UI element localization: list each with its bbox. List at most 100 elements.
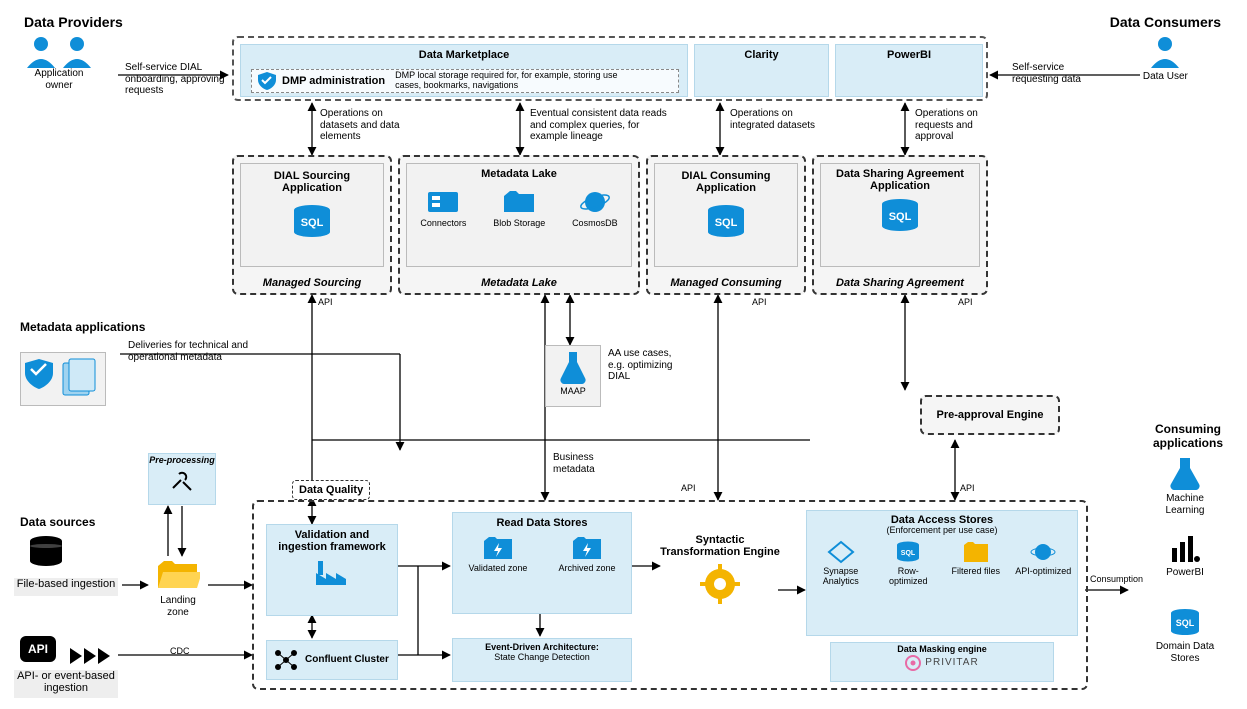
ops-datasets-label: Operations on datasets and data elements — [320, 108, 415, 143]
data-providers-section: Data Providers Application owner — [24, 14, 123, 91]
self-service-req-label: Self-service requesting data — [1012, 62, 1112, 85]
syntactic-box: Syntactic Transformation Engine — [660, 534, 780, 607]
powerbi-title: PowerBI — [836, 45, 982, 61]
sql-icon: SQL — [290, 204, 334, 240]
eda-box: Event-Driven Architecture: State Change … — [452, 638, 632, 682]
tools-icon — [169, 466, 195, 492]
ops-integrated-label: Operations on integrated datasets — [730, 108, 825, 131]
svg-text:SQL: SQL — [1176, 618, 1195, 628]
consuming-apps-title: Consuming applications — [1138, 422, 1238, 450]
data-sharing-sub: Data Sharing Agreement — [814, 277, 986, 289]
dds-item: SQL Domain Data Stores — [1150, 608, 1220, 664]
aa-use-label: AA use cases, e.g. optimizing DIAL — [608, 348, 678, 383]
dial-consuming-box: DIAL Consuming Application SQL Managed C… — [646, 155, 806, 295]
metadata-apps-title: Metadata applications — [20, 320, 145, 334]
file-based-label: File-based ingestion — [14, 578, 118, 596]
archived-zone: Archived zone — [558, 535, 615, 574]
connectors-item: Connectors — [420, 188, 466, 229]
cosmos-mini-icon — [1029, 540, 1057, 564]
cdc-label: CDC — [170, 647, 190, 657]
metadata-lake-box: Metadata Lake Connectors Blob Storage Co… — [398, 155, 640, 295]
powerbi-item: PowerBI — [1150, 534, 1220, 579]
self-service-dial-label: Self-service DIAL onboarding, approving … — [125, 62, 225, 97]
person-icon — [24, 34, 58, 68]
data-sharing-title: Data Sharing Agreement Application — [821, 164, 979, 192]
svg-text:SQL: SQL — [301, 217, 324, 229]
svg-text:SQL: SQL — [901, 550, 916, 557]
dmp-desc-label: DMP local storage required for, for exam… — [395, 71, 620, 91]
eventual-reads-label: Eventual consistent data reads and compl… — [530, 108, 670, 143]
flask-icon — [1168, 456, 1202, 490]
metadata-apps-box — [20, 352, 106, 406]
connectors-icon — [426, 188, 460, 216]
svg-text:SQL: SQL — [889, 211, 912, 223]
cluster-icon — [273, 647, 299, 673]
shield-check-icon — [256, 71, 278, 91]
clarity-title: Clarity — [695, 45, 828, 61]
folder-icon — [502, 188, 536, 216]
cosmosdb-item: CosmosDB — [572, 188, 618, 229]
api-opt-item: API-optimized — [1014, 540, 1072, 587]
gear-icon — [700, 564, 740, 604]
dial-sourcing-sub: Managed Sourcing — [234, 277, 390, 289]
dmp-admin-box: DMP administration DMP local storage req… — [251, 69, 679, 93]
factory-icon — [314, 557, 350, 587]
dial-consuming-sub: Managed Consuming — [648, 277, 804, 289]
dial-sourcing-box: DIAL Sourcing Application SQL Managed So… — [232, 155, 392, 295]
consumption-label: Consumption — [1090, 575, 1143, 585]
data-sources-title: Data sources — [20, 515, 95, 529]
row-opt-item: SQLRow-optimized — [879, 540, 937, 587]
person-icon — [1148, 34, 1182, 68]
masking-box: Data Masking engine PRIVITAR — [830, 642, 1054, 682]
filtered-files-item: Filtered files — [947, 540, 1005, 587]
folder-bolt-icon — [482, 535, 514, 561]
api-badge-icon: API — [20, 636, 56, 662]
flask-icon — [559, 350, 587, 384]
person-icon — [60, 34, 94, 68]
sql-icon: SQL — [1168, 608, 1202, 638]
data-access-box: Data Access Stores (Enforcement per use … — [806, 510, 1078, 636]
data-user-label: Data User — [1110, 71, 1221, 83]
svg-text:SQL: SQL — [715, 217, 738, 229]
data-consumers-title: Data Consumers — [1110, 14, 1221, 30]
marketplace-group: Data Marketplace DMP administration DMP … — [232, 36, 988, 101]
synapse-item: Synapse Analytics — [812, 540, 870, 587]
synapse-icon — [827, 540, 855, 564]
ops-requests-label: Operations on requests and approval — [915, 108, 1010, 143]
maap-box: MAAP — [545, 345, 601, 407]
biz-meta-label: Business metadata — [553, 452, 613, 475]
folder-bolt-icon — [571, 535, 603, 561]
api-label-4: API — [681, 484, 696, 494]
data-marketplace-box: Data Marketplace DMP administration DMP … — [240, 44, 688, 97]
preprocessing-box: Pre-processing — [148, 453, 216, 505]
db-stack-icon — [26, 534, 66, 577]
api-label-1: API — [318, 298, 333, 308]
preapproval-box: Pre-approval Engine — [920, 395, 1060, 435]
cosmosdb-icon — [578, 188, 612, 216]
clarity-box: Clarity — [694, 44, 829, 97]
metadata-lake-title: Metadata Lake — [407, 164, 631, 180]
data-providers-title: Data Providers — [24, 14, 123, 30]
blob-storage-item: Blob Storage — [493, 188, 545, 229]
folder-open-icon — [156, 558, 200, 592]
sql-icon: SQL — [704, 204, 748, 240]
data-marketplace-title: Data Marketplace — [241, 45, 687, 61]
data-sharing-box: Data Sharing Agreement Application SQL D… — [812, 155, 988, 295]
api-label-2: API — [752, 298, 767, 308]
dial-consuming-title: DIAL Consuming Application — [655, 164, 797, 194]
confluent-box: Confluent Cluster — [266, 640, 398, 680]
api-based-label: API- or event-based ingestion — [14, 670, 118, 698]
sql-icon: SQL — [878, 198, 922, 234]
dial-sourcing-title: DIAL Sourcing Application — [241, 164, 383, 194]
landing-zone: Landing zone — [148, 558, 208, 618]
pipeline-container: Data Quality Validation and ingestion fr… — [252, 500, 1088, 690]
data-quality-pill: Data Quality — [292, 480, 370, 500]
folder-icon — [962, 540, 990, 564]
metadata-apps-icon — [21, 353, 101, 401]
read-stores-box: Read Data Stores Validated zone Archived… — [452, 512, 632, 614]
validation-box: Validation and ingestion framework — [266, 524, 398, 616]
api-label-5: API — [960, 484, 975, 494]
data-consumers-section: Data Consumers Data User — [1110, 14, 1221, 83]
powerbi-icon — [1168, 534, 1202, 564]
validated-zone: Validated zone — [469, 535, 528, 574]
